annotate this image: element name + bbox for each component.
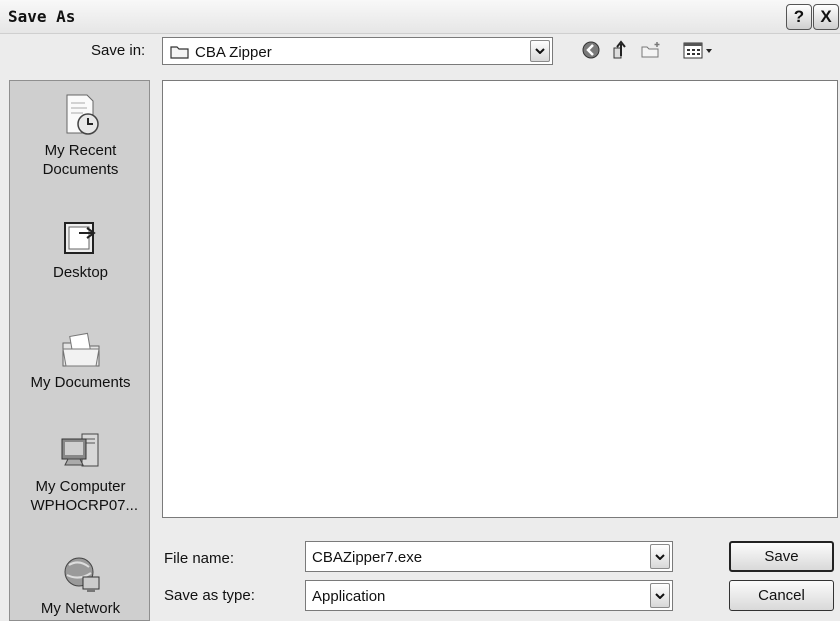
- view-menu-icon: [683, 42, 712, 59]
- place-recent-documents[interactable]: My Recent Documents: [10, 93, 151, 179]
- place-my-network[interactable]: My Network: [10, 555, 151, 618]
- save-in-dropdown[interactable]: CBA Zipper: [162, 37, 553, 65]
- save-type-value: Application: [312, 588, 386, 605]
- my-documents-icon: [61, 332, 100, 367]
- save-button[interactable]: Save: [729, 541, 834, 572]
- new-folder-icon: [641, 42, 660, 58]
- my-computer-icon: [61, 433, 98, 467]
- save-in-value: CBA Zipper: [195, 44, 272, 61]
- save-type-label: Save as type:: [164, 587, 255, 604]
- recent-documents-icon: [66, 94, 99, 135]
- chevron-down-icon: [535, 48, 545, 54]
- title-bar: Save As ? X: [0, 0, 840, 34]
- file-name-value: CBAZipper7.exe: [312, 549, 423, 566]
- save-in-label: Save in:: [91, 42, 146, 59]
- place-my-documents[interactable]: My Documents: [10, 329, 151, 392]
- up-folder-icon: [613, 40, 626, 59]
- back-icon: [582, 41, 600, 59]
- places-bar: My Recent Documents Desktop My Documents…: [9, 80, 150, 621]
- save-type-dropdown-arrow[interactable]: [650, 583, 670, 608]
- desktop-icon: [63, 222, 96, 254]
- chevron-down-icon: [655, 592, 665, 599]
- view-menu-button[interactable]: [681, 38, 723, 62]
- file-name-input[interactable]: CBAZipper7.exe: [305, 541, 673, 572]
- cancel-button[interactable]: Cancel: [729, 580, 834, 611]
- file-name-label: File name:: [164, 550, 235, 567]
- save-type-dropdown[interactable]: Application: [305, 580, 673, 611]
- window-title: Save As: [8, 7, 76, 26]
- close-button[interactable]: X: [813, 4, 839, 30]
- place-desktop[interactable]: Desktop: [10, 219, 151, 282]
- back-button[interactable]: [580, 38, 602, 62]
- new-folder-button[interactable]: [640, 38, 662, 62]
- file-list[interactable]: [162, 80, 838, 518]
- chevron-down-icon: [655, 553, 665, 560]
- folder-icon: [170, 46, 189, 59]
- save-in-dropdown-arrow[interactable]: [530, 40, 550, 62]
- my-network-icon: [64, 557, 99, 592]
- place-label: Desktop: [52, 264, 109, 281]
- place-my-computer[interactable]: My Computer WPHOCRP07...: [10, 431, 151, 515]
- place-label: My Documents: [30, 374, 131, 391]
- place-label: My Recent Documents: [42, 142, 119, 178]
- help-button[interactable]: ?: [786, 4, 812, 30]
- place-label: My Computer WPHOCRP07...: [30, 478, 139, 514]
- file-name-dropdown-arrow[interactable]: [650, 544, 670, 569]
- place-label: My Network: [40, 600, 121, 617]
- up-folder-button[interactable]: [610, 38, 632, 62]
